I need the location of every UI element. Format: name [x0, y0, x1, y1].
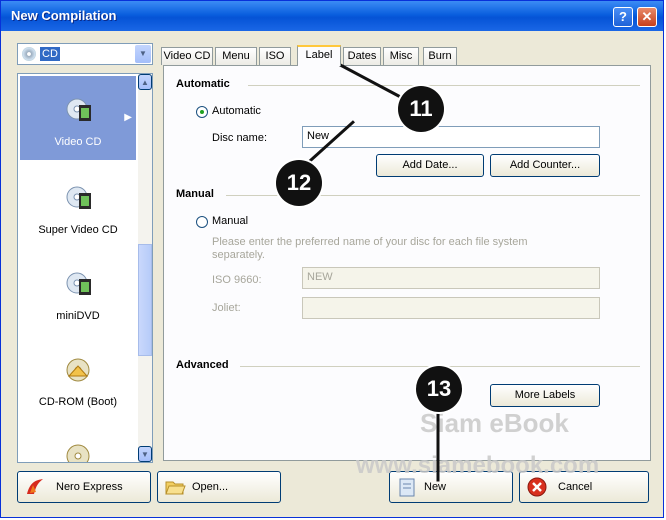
tab-video-cd[interactable]: Video CD	[161, 47, 213, 65]
add-counter-button[interactable]: Add Counter...	[490, 154, 600, 177]
iso-9660-input[interactable]: NEW	[302, 267, 600, 289]
video-disc-icon	[66, 186, 91, 209]
list-item-video-cd[interactable]: Video CD ▶	[20, 76, 136, 160]
list-scrollbar[interactable]: ▲ ▼	[138, 74, 152, 462]
more-labels-button[interactable]: More Labels	[490, 384, 600, 407]
list-item-super-video-cd[interactable]: Super Video CD	[20, 164, 136, 248]
automatic-section-title: Automatic	[176, 78, 230, 90]
video-disc-icon	[66, 98, 91, 121]
tab-misc[interactable]: Misc	[383, 47, 419, 65]
manual-radio[interactable]	[196, 216, 208, 228]
window-title: New Compilation	[11, 8, 117, 23]
folder-open-icon	[165, 481, 186, 495]
disc-icon	[66, 444, 90, 462]
disc-type-dropdown[interactable]: CD ▼	[17, 43, 153, 65]
close-button[interactable]: ✕	[637, 7, 657, 27]
automatic-radio[interactable]	[196, 106, 208, 118]
title-bar[interactable]: New Compilation ? ✕	[1, 1, 663, 31]
scroll-thumb[interactable]	[138, 244, 152, 356]
video-disc-icon	[66, 272, 91, 295]
new-compilation-window: New Compilation ? ✕ CD ▼ Video CD ▶ Supe…	[0, 0, 664, 518]
callout-badge: 11	[398, 86, 444, 132]
tab-dates[interactable]: Dates	[343, 47, 381, 65]
tab-iso[interactable]: ISO	[259, 47, 291, 65]
nero-express-button[interactable]: Nero Express	[17, 471, 151, 503]
manual-section-title: Manual	[176, 188, 214, 200]
list-item-label: CD-ROM (Boot)	[38, 396, 118, 408]
callout-badge: 13	[416, 366, 462, 412]
tab-burn[interactable]: Burn	[423, 47, 457, 65]
watermark-title: Siam eBook	[420, 408, 569, 438]
tab-menu[interactable]: Menu	[215, 47, 257, 65]
open-button[interactable]: Open...	[157, 471, 281, 503]
joliet-label: Joliet:	[212, 302, 241, 314]
automatic-radio-label: Automatic	[212, 105, 261, 117]
list-item-cd-rom-boot[interactable]: CD-ROM (Boot)	[20, 336, 136, 420]
joliet-input[interactable]	[302, 297, 600, 319]
chevron-right-icon: ▶	[124, 112, 132, 123]
add-date-button[interactable]: Add Date...	[376, 154, 484, 177]
new-label: New	[424, 481, 447, 493]
iso-9660-label: ISO 9660:	[212, 274, 262, 286]
manual-radio-label: Manual	[212, 215, 249, 227]
tab-label[interactable]: Label	[297, 45, 341, 66]
callout-badge: 12	[276, 160, 322, 206]
list-item-partial[interactable]	[20, 422, 136, 462]
disc-icon	[22, 47, 36, 61]
disc-name-label: Disc name:	[212, 132, 268, 144]
compilation-type-list[interactable]: Video CD ▶ Super Video CD miniDVD CD-ROM…	[17, 73, 153, 463]
manual-hint: Please enter the preferred name of your …	[212, 236, 528, 261]
boot-disc-icon	[66, 358, 90, 382]
cancel-label: Cancel	[558, 481, 593, 493]
nero-logo-icon	[27, 479, 43, 494]
disc-type-value: CD	[40, 47, 60, 61]
divider	[248, 85, 640, 86]
advanced-section-title: Advanced	[176, 359, 229, 371]
open-label: Open...	[192, 481, 229, 493]
list-item-label: miniDVD	[56, 310, 100, 322]
callout-pointer	[436, 411, 440, 482]
scroll-down-icon[interactable]: ▼	[138, 446, 152, 462]
list-item-label: Video CD	[54, 136, 102, 148]
nero-express-label: Nero Express	[56, 481, 123, 493]
chevron-down-icon[interactable]: ▼	[135, 45, 151, 63]
help-button[interactable]: ?	[613, 7, 633, 27]
watermark-url: www.siamebook.com	[356, 452, 600, 479]
list-item-minidvd[interactable]: miniDVD	[20, 250, 136, 334]
scroll-up-icon[interactable]: ▲	[138, 74, 152, 90]
list-item-label: Super Video CD	[38, 224, 118, 236]
